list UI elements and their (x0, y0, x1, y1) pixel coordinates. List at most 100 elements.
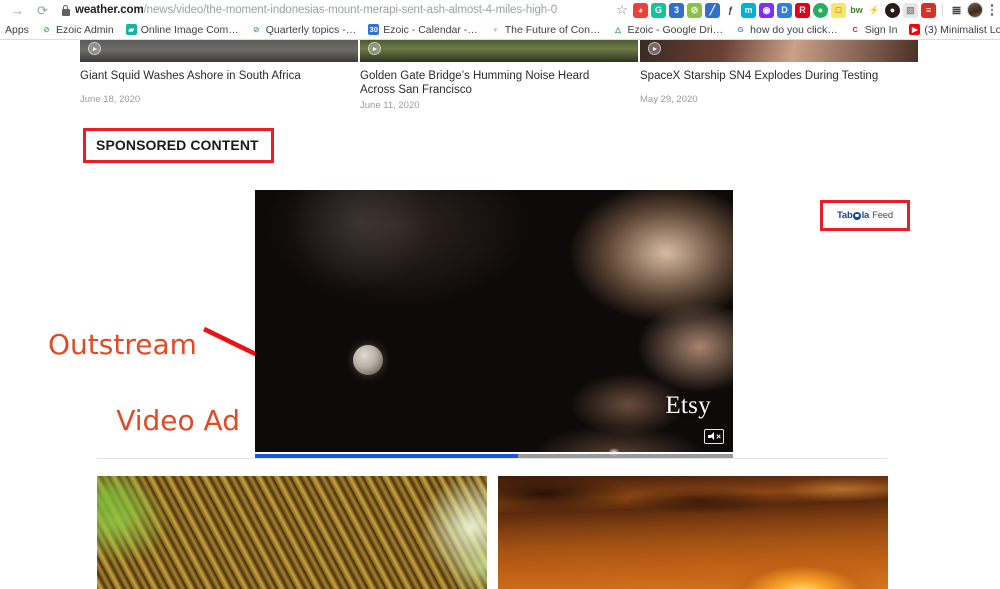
grey-square-extension-icon[interactable]: ▧ (903, 3, 918, 18)
forward-button[interactable]: → (8, 1, 27, 20)
bookmark-item[interactable]: ♀ The Future of Con… (484, 24, 607, 36)
bookmark-item[interactable]: ▶ (3) Minimalist Low… (903, 24, 1000, 36)
pocket-extension-icon[interactable]: ◕ (633, 3, 648, 18)
article-card[interactable]: Golden Gate Bridge’s Humming Noise Heard… (360, 40, 640, 106)
sponsored-content-annotation-box: SPONSORED CONTENT (83, 128, 274, 163)
url-host: weather.com (75, 4, 144, 16)
play-icon (88, 42, 101, 55)
rakuten-extension-icon[interactable]: R (795, 3, 810, 18)
color-picker-extension-icon[interactable]: 3 (669, 3, 684, 18)
reading-list-icon[interactable]: ≣ (949, 3, 964, 18)
taboola-oo-icon (853, 212, 861, 220)
lighthouse-extension-icon[interactable]: ⚡ (867, 3, 882, 18)
bookmark-favicon: ▶ (909, 24, 920, 35)
bookmark-label: Ezoic - Google Dri… (627, 24, 723, 36)
article-thumbnail[interactable] (80, 40, 358, 62)
bookmark-item[interactable]: C Sign In (844, 24, 904, 36)
article-date: June 11, 2020 (360, 100, 640, 111)
grammarly-extension-icon[interactable]: G (651, 3, 666, 18)
taboola-logo[interactable]: TablaFeed (837, 211, 893, 221)
notes-extension-icon[interactable]: □ (831, 3, 846, 18)
bookmark-item[interactable]: ⊘Ezoic Admin (35, 24, 120, 36)
article-date: June 18, 2020 (80, 94, 360, 105)
taboola-brand-suffix: la (862, 211, 870, 221)
bookmarks-bar: Apps⊘Ezoic Admin▰Online Image Com… ⊘ Quart… (0, 20, 1000, 39)
annotation-line-2: Video Ad (48, 402, 248, 440)
bookmark-favicon: G (735, 24, 746, 35)
bookmark-item[interactable]: △ Ezoic - Google Dri… (606, 24, 729, 36)
bookmark-item[interactable]: ⊘ Quarterly topics -… (245, 24, 362, 36)
bookmark-label: Sign In (865, 24, 898, 36)
outstream-video-ad[interactable]: Etsy (255, 190, 733, 458)
address-bar[interactable]: weather.com/news/video/the-moment-indone… (61, 2, 557, 19)
play-icon (368, 42, 381, 55)
bookmark-item[interactable]: ▰Online Image Com… (120, 24, 245, 36)
bookmark-favicon: ⊘ (251, 24, 262, 35)
location-pin-extension-icon[interactable]: ● (813, 3, 828, 18)
bookmark-label: (3) Minimalist Low… (924, 24, 1000, 36)
play-icon (648, 42, 661, 55)
bookmark-item[interactable]: 30 Ezoic - Calendar -… (362, 24, 484, 36)
adblock-extension-icon[interactable]: ⊘ (687, 3, 702, 18)
speaker-mute-icon (708, 432, 721, 441)
bookmark-favicon: △ (612, 24, 623, 35)
bookmark-label: The Future of Con… (505, 24, 601, 36)
pen-extension-icon[interactable]: ╱ (705, 3, 720, 18)
feed-image-bees[interactable] (97, 476, 487, 589)
page-content: Giant Squid Washes Ashore in South Afric… (0, 40, 1000, 589)
bookmark-favicon: 30 (368, 24, 379, 35)
taboola-feed-annotation-box: TablaFeed (820, 200, 910, 231)
red-news-extension-icon[interactable]: ≡ (921, 3, 936, 18)
bookmark-label: Ezoic Admin (56, 24, 114, 36)
bookmark-item[interactable]: Ghow do you click… (729, 24, 844, 36)
taboola-feed-row (97, 476, 889, 589)
feed-image-sunset[interactable] (498, 476, 888, 589)
article-title[interactable]: SpaceX Starship SN4 Explodes During Test… (640, 70, 892, 84)
camera-extension-icon[interactable]: ◉ (759, 3, 774, 18)
toolbar-divider (942, 4, 943, 17)
annotation-line-1: Outstream (48, 326, 248, 364)
article-thumbnail[interactable] (640, 40, 918, 62)
bookmark-label: Ezoic - Calendar -… (383, 24, 478, 36)
article-thumbnail[interactable] (360, 40, 638, 62)
content-divider (97, 458, 887, 459)
bookmark-favicon: ♀ (490, 24, 501, 35)
url-text: weather.com/news/video/the-moment-indone… (75, 4, 557, 16)
lock-icon (61, 5, 70, 16)
dropbox-extension-icon[interactable]: D (777, 3, 792, 18)
article-card-row: Giant Squid Washes Ashore in South Afric… (80, 40, 920, 106)
browser-chrome: → ⟳ weather.com/news/video/the-moment-in… (0, 0, 1000, 40)
video-frame-image (255, 190, 733, 452)
reload-button[interactable]: ⟳ (33, 1, 52, 20)
navigation-toolbar: → ⟳ weather.com/news/video/the-moment-in… (0, 0, 1000, 20)
browser-window: → ⟳ weather.com/news/video/the-moment-in… (0, 0, 1000, 589)
url-path: /news/video/the-moment-indonesias-mount-… (144, 4, 558, 16)
article-title[interactable]: Giant Squid Washes Ashore in South Afric… (80, 70, 332, 84)
article-card[interactable]: SpaceX Starship SN4 Explodes During Test… (640, 40, 920, 106)
article-card[interactable]: Giant Squid Washes Ashore in South Afric… (80, 40, 360, 106)
earring-highlight (353, 345, 383, 375)
bookmark-item[interactable]: Apps (0, 24, 35, 36)
dark-circle-extension-icon[interactable]: ● (885, 3, 900, 18)
bookmark-label: Online Image Com… (141, 24, 239, 36)
bookmark-label: Quarterly topics -… (266, 24, 356, 36)
article-date: May 29, 2020 (640, 94, 920, 105)
chrome-menu-button[interactable] (986, 2, 998, 18)
profile-avatar[interactable] (967, 2, 983, 18)
bitwarden-extension-icon[interactable]: bw (849, 3, 864, 18)
bookmark-star-icon[interactable]: ☆ (614, 2, 630, 18)
video-progress-knob[interactable] (608, 448, 620, 456)
article-title[interactable]: Golden Gate Bridge’s Humming Noise Heard… (360, 70, 612, 97)
annotation-text: Outstream Video Ad (48, 288, 248, 478)
mute-button[interactable] (704, 429, 724, 444)
mozbar-extension-icon[interactable]: m (741, 3, 756, 18)
fonts-extension-icon[interactable]: ƒ (723, 3, 738, 18)
sponsored-content-label: SPONSORED CONTENT (96, 138, 259, 152)
taboola-brand-prefix: Tab (837, 211, 853, 221)
bookmark-favicon: C (850, 24, 861, 35)
toolbar-icons: ☆ ◕G3⊘╱ƒm◉DR●□bw⚡●▧≡ ≣ (614, 0, 998, 20)
extensions-strip: ◕G3⊘╱ƒm◉DR●□bw⚡●▧≡ (633, 3, 936, 18)
video-player[interactable]: Etsy (255, 190, 733, 452)
bookmark-label: how do you click… (750, 24, 838, 36)
taboola-feed-word: Feed (872, 211, 893, 221)
